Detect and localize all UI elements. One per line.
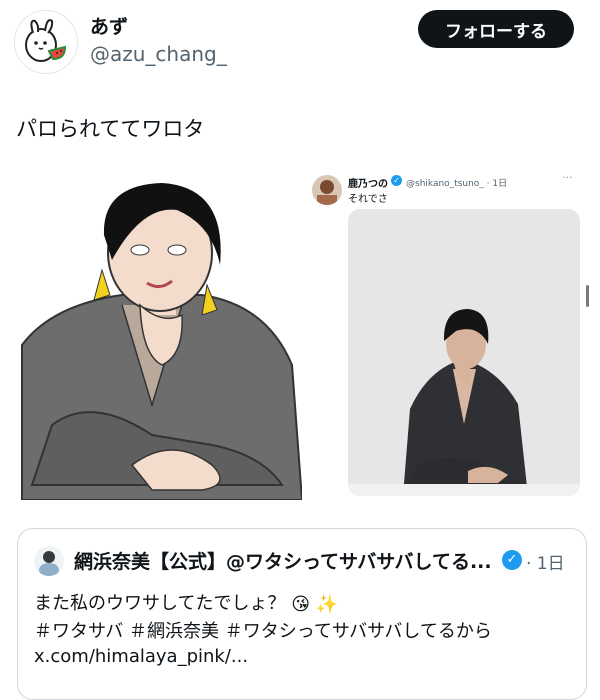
kiss-emoji-icon: 😘 [291, 593, 310, 615]
scrollbar[interactable] [586, 285, 589, 307]
parody-illustration-image[interactable] [12, 165, 302, 500]
quoted-text: また私のウワサしてたでしょ？ [34, 593, 286, 614]
quoted-hashtags[interactable]: ＃ワタサバ ＃網浜奈美 ＃ワタシってサバサバしてるから [34, 617, 492, 643]
embedded-screenshot[interactable]: 鹿乃つの ✓ @shikano_tsuno_ · 1日 ··· それでさ [304, 165, 589, 500]
quoted-time: · 1日 [526, 554, 565, 574]
author-avatar[interactable] [14, 10, 78, 74]
tweet-text: パロられててワロタ [16, 117, 205, 141]
embedded-verified-icon: ✓ [391, 175, 402, 186]
sparkles-emoji-icon: ✨ [315, 593, 339, 615]
quoted-avatar [34, 546, 64, 576]
follow-button[interactable]: フォローする [418, 10, 574, 48]
embedded-text: それでさ [348, 194, 388, 205]
embedded-avatar [312, 175, 342, 205]
embedded-display-name: 鹿乃つの [348, 179, 388, 190]
author-display-name[interactable]: あず [90, 12, 128, 39]
quoted-link[interactable]: x.com/himalaya_pink/... [34, 646, 248, 667]
embedded-handle-time: @shikano_tsuno_ · 1日 [406, 179, 508, 189]
embedded-photo-image [348, 209, 580, 496]
quoted-display-name: 網浜奈美【公式】@ワタシってサバサバしてる... [74, 551, 492, 573]
verified-badge-icon: ✓ [502, 550, 522, 570]
tweet-media[interactable]: 鹿乃つの ✓ @shikano_tsuno_ · 1日 ··· それでさ [12, 165, 589, 500]
quoted-post-card[interactable]: 網浜奈美【公式】@ワタシってサバサバしてる... ✓ · 1日 また私のウワサし… [17, 528, 587, 700]
quoted-text-line: また私のウワサしてたでしょ？ 😘 ✨ [34, 589, 338, 615]
watermelon-bunny-avatar-icon [25, 19, 67, 62]
author-handle[interactable]: @azu_chang_ [90, 42, 227, 66]
more-options-icon: ··· [562, 171, 573, 184]
